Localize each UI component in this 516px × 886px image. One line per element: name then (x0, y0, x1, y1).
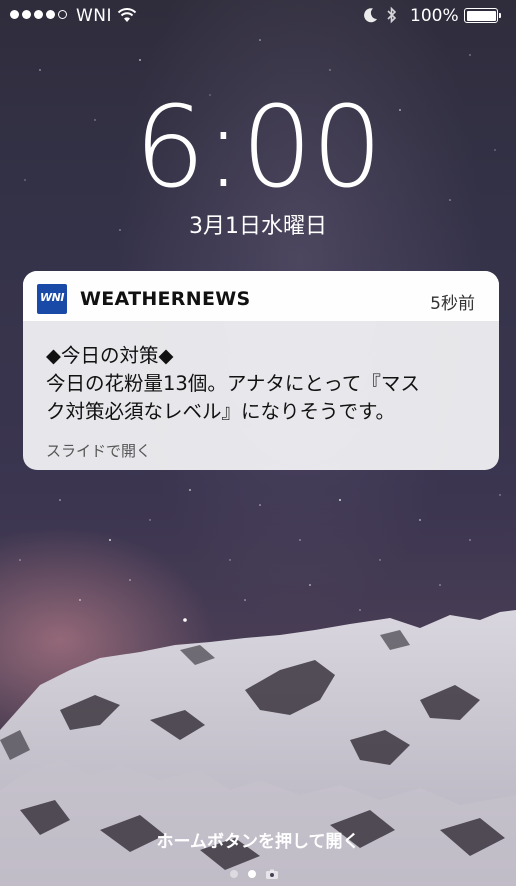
notification-header: WNI WEATHERNEWS 5秒前 (23, 271, 499, 321)
weathernews-app-icon: WNI (37, 284, 67, 314)
notification-app-name: WEATHERNEWS (80, 288, 251, 310)
notification-timestamp: 5秒前 (430, 294, 475, 314)
app-icon-text: WNI (40, 291, 64, 304)
notification-message-line-2: ク対策必須なレベル』になりそうです。 (46, 400, 396, 423)
page-dot-today[interactable] (230, 870, 238, 878)
notification-card[interactable]: WNI WEATHERNEWS 5秒前 ◆今日の対策◆ 今日の花粉量13個。アナ… (23, 271, 499, 470)
page-indicator[interactable] (230, 869, 278, 879)
notification-body: ◆今日の対策◆ 今日の花粉量13個。アナタにとって『マス ク対策必須なレベル』に… (46, 342, 486, 426)
battery-icon (464, 8, 501, 23)
do-not-disturb-moon-icon (364, 8, 377, 23)
lock-screen-date: 3月1日水曜日 (189, 214, 327, 239)
lock-screen-clock: 6:00 (134, 83, 383, 213)
notification-title: ◆今日の対策◆ (46, 344, 174, 367)
notification-message-line-1: 今日の花粉量13個。アナタにとって『マス (46, 372, 420, 395)
page-dot-lock[interactable] (248, 870, 256, 878)
wifi-icon (117, 8, 137, 22)
battery-percentage: 100% (410, 6, 459, 26)
bluetooth-icon (387, 6, 397, 24)
slide-to-open-hint[interactable]: スライドで開く (46, 440, 151, 461)
carrier-name: WNI (76, 6, 113, 26)
status-bar: WNI 100% (0, 0, 516, 32)
signal-strength-icon (10, 10, 67, 19)
lock-screen: WNI 100% 6:00 3月1日水曜日 WNI WEATHERNEWS 5秒… (0, 0, 516, 886)
camera-icon[interactable] (266, 869, 278, 879)
press-home-to-open-hint: ホームボタンを押して開く (156, 832, 360, 852)
